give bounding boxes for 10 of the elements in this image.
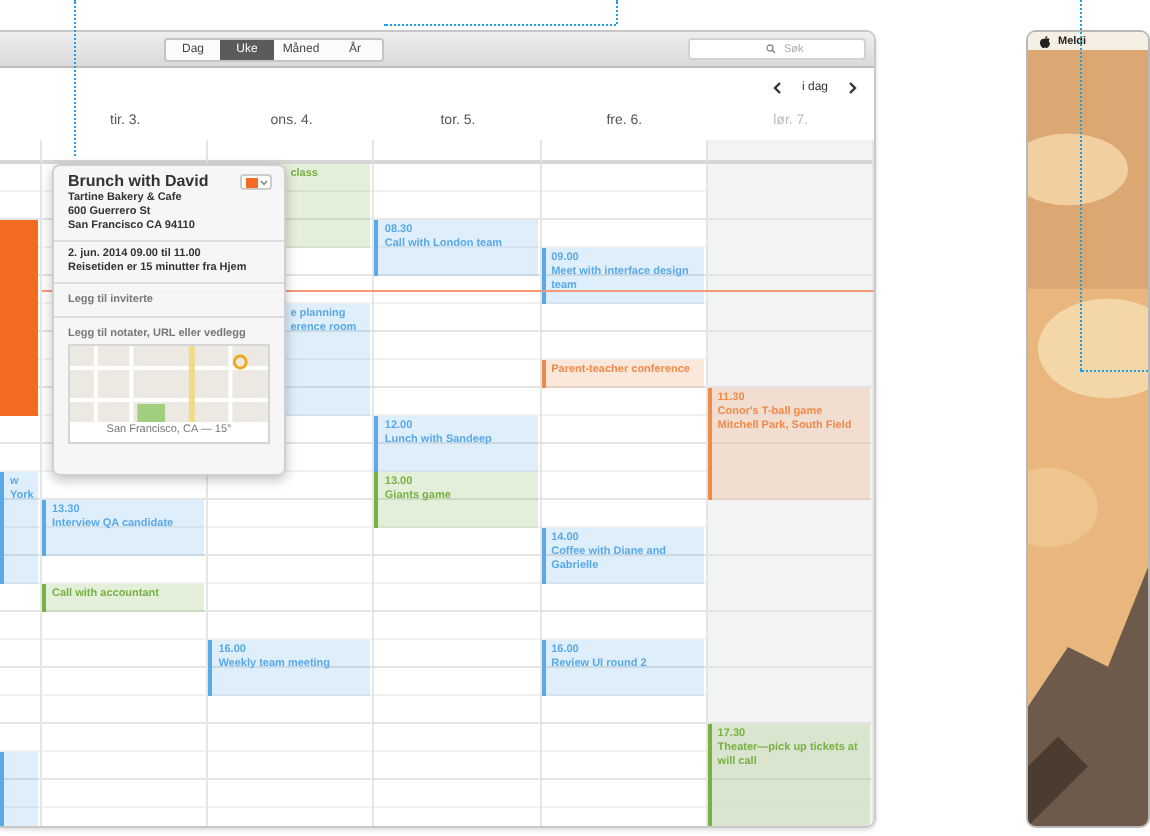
chevron-down-icon	[260, 179, 268, 185]
calendar-color-picker[interactable]	[240, 174, 272, 190]
previous-button[interactable]	[771, 82, 782, 94]
chevron-right-icon	[848, 82, 858, 94]
search-icon	[766, 44, 776, 54]
event-title: Brunch with David	[68, 172, 209, 190]
calendar-event[interactable]	[0, 752, 38, 826]
apple-icon	[1040, 35, 1050, 47]
next-button[interactable]	[848, 82, 858, 94]
chevron-left-icon	[771, 82, 782, 94]
